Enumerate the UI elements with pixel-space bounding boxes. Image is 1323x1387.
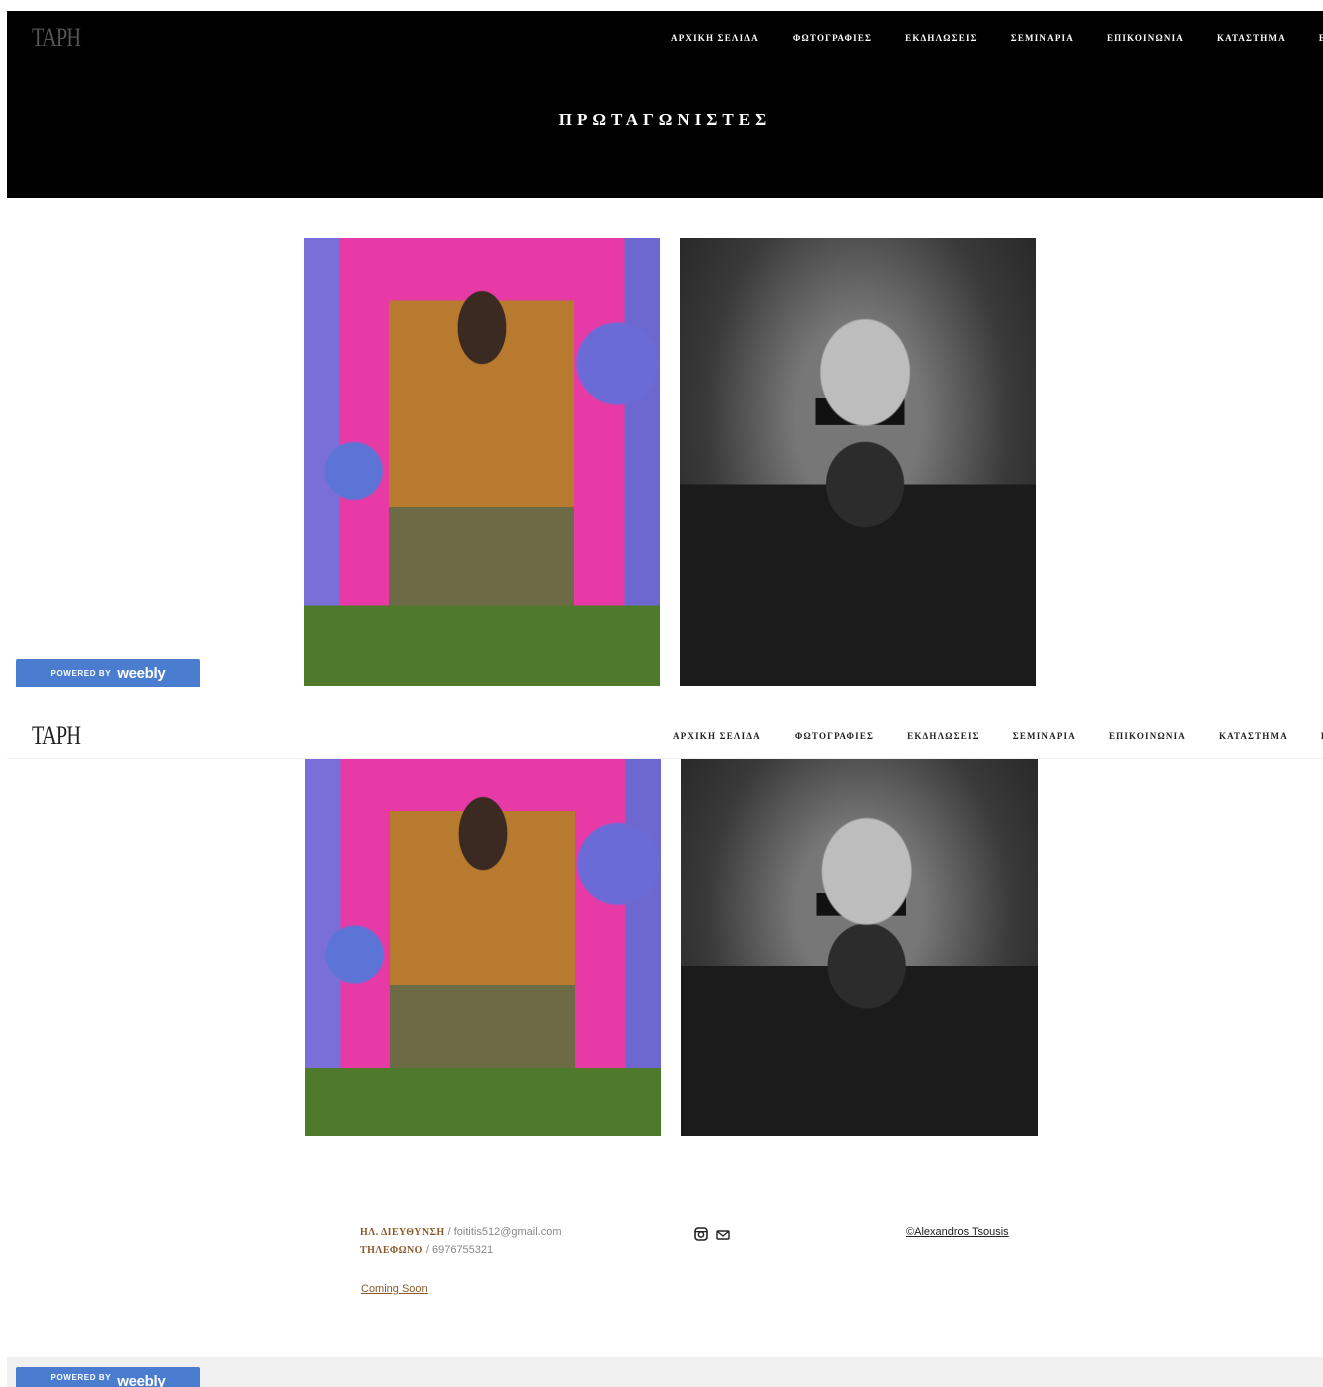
- nav-item-home[interactable]: ΑΡΧΙΚΗ ΣΕΛΙΔΑ: [671, 33, 759, 43]
- nav-item-events[interactable]: ΕΚΔΗΛΩΣΕΙΣ: [907, 731, 980, 741]
- footer-email-line: ΗΛ. ΔΙΕΥΘΥΝΣΗ / foititis512@gmail.com: [360, 1226, 562, 1238]
- site-logo[interactable]: TAPH: [32, 721, 81, 751]
- nav-item-shop[interactable]: ΚΑΤΑΣΤΗΜΑ: [1217, 33, 1286, 43]
- powered-by-label: POWERED BY: [50, 668, 112, 678]
- powered-by-weebly-badge[interactable]: POWERED BY weebly: [16, 1367, 200, 1387]
- footer-band: [7, 1357, 1323, 1387]
- gallery-photo-graffiti-portrait[interactable]: [304, 238, 660, 686]
- email-value[interactable]: foititis512@gmail.com: [454, 1226, 562, 1238]
- footer-phone-line: ΤΗΛΕΦΩΝΟ / 6976755321: [360, 1244, 493, 1256]
- separator: /: [444, 1226, 454, 1238]
- powered-by-label: POWERED BY: [50, 1373, 112, 1382]
- nav-item-photos[interactable]: ΦΩΤΟΓΡΑΦΙΕΣ: [793, 33, 872, 43]
- weebly-logo: weebly: [117, 1373, 166, 1387]
- email-label: ΗΛ. ΔΙΕΥΘΥΝΣΗ: [360, 1227, 445, 1238]
- instagram-icon[interactable]: [694, 1227, 708, 1246]
- phone-label: ΤΗΛΕΦΩΝΟ: [360, 1245, 423, 1256]
- gallery-photo-graffiti-portrait[interactable]: [305, 758, 661, 1136]
- mail-icon[interactable]: [716, 1228, 730, 1246]
- nav-item-language[interactable]: EN: [1319, 33, 1323, 43]
- nav-item-shop[interactable]: ΚΑΤΑΣΤΗΜΑ: [1219, 731, 1288, 741]
- page-title: ΠΡΩΤΑΓΩΝΙΣΤΕΣ: [558, 110, 772, 129]
- gallery-photo-sunglasses-portrait[interactable]: [681, 758, 1038, 1136]
- nav-item-events[interactable]: ΕΚΔΗΛΩΣΕΙΣ: [905, 33, 978, 43]
- nav-item-home[interactable]: ΑΡΧΙΚΗ ΣΕΛΙΔΑ: [673, 731, 761, 741]
- nav-item-contact[interactable]: ΕΠΙΚΟΙΝΩΝΙΑ: [1109, 731, 1186, 741]
- main-nav: ΑΡΧΙΚΗ ΣΕΛΙΔΑ ΦΩΤΟΓΡΑΦΙΕΣ ΕΚΔΗΛΩΣΕΙΣ ΣΕΜ…: [671, 31, 1323, 45]
- weebly-logo: weebly: [117, 664, 166, 682]
- sticky-header: TAPH ΑΡΧΙΚΗ ΣΕΛΙΔΑ ΦΩΤΟΓΡΑΦΙΕΣ ΕΚΔΗΛΩΣΕΙ…: [7, 714, 1323, 759]
- nav-item-seminars[interactable]: ΣΕΜΙΝΑΡΙΑ: [1013, 731, 1076, 741]
- nav-item-seminars[interactable]: ΣΕΜΙΝΑΡΙΑ: [1011, 33, 1074, 43]
- social-icons: [694, 1227, 730, 1246]
- nav-item-photos[interactable]: ΦΩΤΟΓΡΑΦΙΕΣ: [795, 731, 874, 741]
- powered-by-weebly-badge[interactable]: POWERED BY weebly: [16, 659, 200, 687]
- main-nav: ΑΡΧΙΚΗ ΣΕΛΙΔΑ ΦΩΤΟΓΡΑΦΙΕΣ ΕΚΔΗΛΩΣΕΙΣ ΣΕΜ…: [673, 729, 1323, 743]
- hero-header: TAPH ΑΡΧΙΚΗ ΣΕΛΙΔΑ ΦΩΤΟΓΡΑΦΙΕΣ ΕΚΔΗΛΩΣΕΙ…: [7, 11, 1323, 198]
- coming-soon-link[interactable]: Coming Soon: [361, 1283, 428, 1295]
- gallery-photo-sunglasses-portrait[interactable]: [680, 238, 1036, 686]
- separator: /: [422, 1244, 432, 1256]
- copyright-link[interactable]: ©Alexandros Tsousis: [906, 1226, 1009, 1238]
- site-logo[interactable]: TAPH: [32, 23, 81, 53]
- phone-value[interactable]: 6976755321: [432, 1244, 493, 1256]
- nav-item-contact[interactable]: ΕΠΙΚΟΙΝΩΝΙΑ: [1107, 33, 1184, 43]
